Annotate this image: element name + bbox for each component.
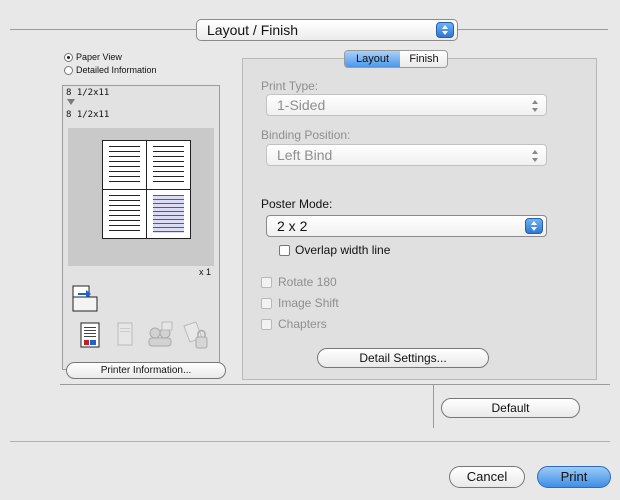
image-shift-label: Image Shift bbox=[278, 296, 339, 310]
paper-size-output: 8 1/2x11 bbox=[66, 110, 110, 120]
binding-position-label: Binding Position: bbox=[261, 128, 351, 142]
poster-quad-top-right bbox=[146, 140, 191, 190]
tab-bar: Layout Finish bbox=[344, 50, 448, 68]
top-divider-left bbox=[10, 29, 200, 30]
poster-quad-bottom-left bbox=[102, 189, 147, 239]
binding-position-value: Left Bind bbox=[277, 147, 333, 163]
print-type-arrows-icon bbox=[530, 99, 540, 113]
binding-position-select[interactable]: Left Bind bbox=[266, 144, 547, 166]
paper-size-source: 8 1/2x11 bbox=[66, 88, 110, 98]
user-auth-icon bbox=[117, 322, 133, 346]
poster-mode-label: Poster Mode: bbox=[261, 197, 333, 211]
print-type-select[interactable]: 1-Sided bbox=[266, 94, 547, 116]
account-track-icon bbox=[148, 321, 173, 347]
print-type-value: 1-Sided bbox=[277, 97, 326, 113]
paper-view-label: Paper View bbox=[76, 52, 122, 62]
detail-settings-button[interactable]: Detail Settings... bbox=[317, 348, 489, 368]
copies-count: x 1 bbox=[199, 267, 212, 277]
section-popup-label: Layout / Finish bbox=[207, 22, 299, 38]
tab-layout[interactable]: Layout bbox=[345, 51, 400, 67]
detailed-info-label: Detailed Information bbox=[76, 65, 157, 75]
printer-info-button[interactable]: Printer Information... bbox=[66, 362, 226, 379]
panel-bottom-divider bbox=[60, 384, 610, 385]
output-tray-icon bbox=[72, 285, 98, 312]
image-shift-checkbox[interactable] bbox=[261, 298, 272, 309]
cancel-button[interactable]: Cancel bbox=[449, 466, 525, 488]
rotate-180-label: Rotate 180 bbox=[278, 275, 337, 289]
chapters-checkbox[interactable] bbox=[261, 319, 272, 330]
window-bottom-divider bbox=[10, 441, 610, 442]
poster-mode-value: 2 x 2 bbox=[277, 218, 308, 234]
poster-quad-bottom-right bbox=[146, 189, 191, 239]
print-type-label: Print Type: bbox=[261, 79, 319, 93]
poster-mode-arrows-icon bbox=[525, 218, 543, 234]
detailed-info-radio[interactable] bbox=[64, 66, 73, 75]
default-separator bbox=[433, 384, 434, 428]
binding-arrows-icon bbox=[530, 149, 540, 163]
rotate-180-checkbox[interactable] bbox=[261, 277, 272, 288]
overlap-width-label: Overlap width line bbox=[295, 243, 391, 257]
print-button[interactable]: Print bbox=[537, 466, 611, 488]
down-arrow-icon bbox=[67, 99, 75, 105]
secure-print-icon bbox=[183, 321, 208, 349]
paper-view-radio[interactable] bbox=[64, 53, 73, 62]
default-button[interactable]: Default bbox=[441, 398, 580, 418]
chapters-label: Chapters bbox=[278, 317, 327, 331]
tab-finish[interactable]: Finish bbox=[400, 51, 447, 67]
document-icon bbox=[80, 322, 100, 348]
section-popup[interactable]: Layout / Finish bbox=[196, 19, 458, 41]
top-divider-right bbox=[456, 29, 608, 30]
poster-mode-select[interactable]: 2 x 2 bbox=[266, 215, 547, 237]
popup-arrows-icon bbox=[436, 22, 454, 38]
poster-quad-top-left bbox=[102, 140, 147, 190]
overlap-width-checkbox[interactable] bbox=[279, 245, 290, 256]
